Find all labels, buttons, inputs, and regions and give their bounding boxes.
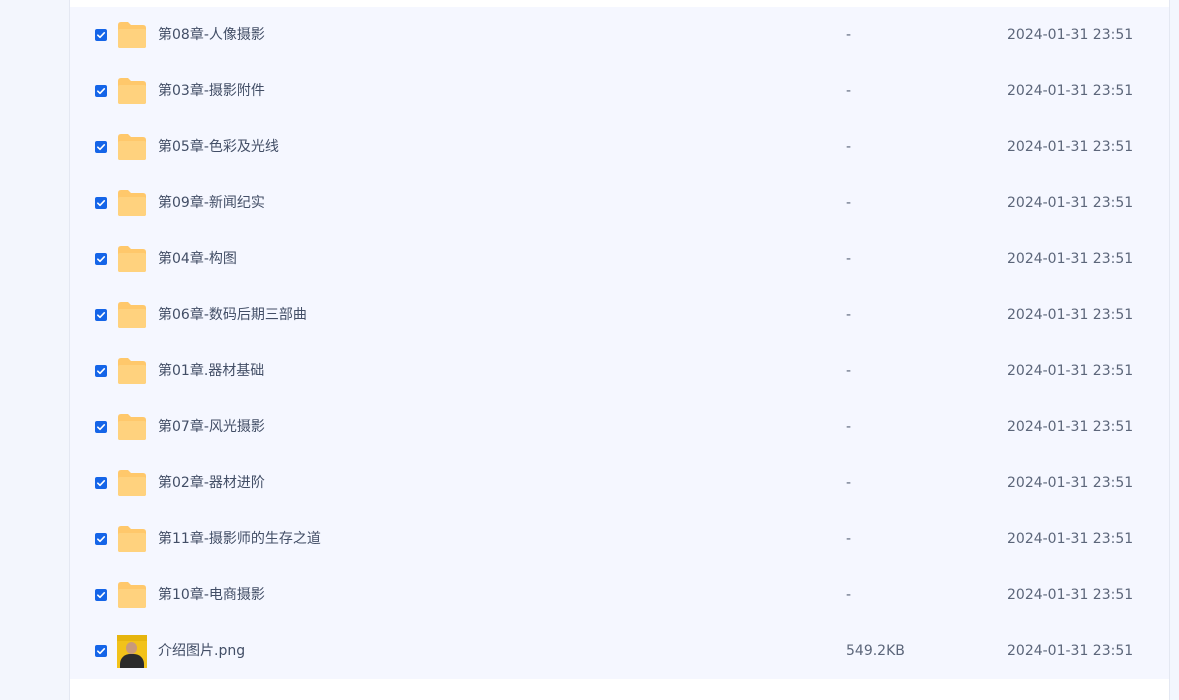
checkmark-icon [97,200,106,207]
checkmark-icon [97,592,106,599]
folder-icon [118,134,146,160]
file-size: - [846,587,852,603]
checkmark-icon [97,256,106,263]
folder-icon [118,582,146,608]
modified-date: 2024-01-31 23:51 [1007,27,1134,43]
row-checkbox[interactable] [95,365,107,377]
file-size: 549.2KB [846,643,905,659]
list-item[interactable]: 第02章-器材进阶 - 2024-01-31 23:51 [70,455,1169,511]
modified-date: 2024-01-31 23:51 [1007,251,1134,267]
modified-date: 2024-01-31 23:51 [1007,531,1134,547]
file-size: - [846,475,852,491]
file-name[interactable]: 第03章-摄影附件 [158,63,265,119]
row-checkbox[interactable] [95,589,107,601]
file-name[interactable]: 介绍图片.png [158,623,245,679]
file-size: - [846,307,852,323]
file-name[interactable]: 第11章-摄影师的生存之道 [158,511,321,567]
folder-icon [118,22,146,48]
file-list-panel: 第08章-人像摄影 - 2024-01-31 23:51 第03章-摄影附件 -… [69,0,1170,700]
folder-icon [118,358,146,384]
image-thumbnail-icon [117,635,147,668]
modified-date: 2024-01-31 23:51 [1007,643,1134,659]
file-size: - [846,139,852,155]
folder-icon [118,78,146,104]
modified-date: 2024-01-31 23:51 [1007,83,1134,99]
row-checkbox[interactable] [95,29,107,41]
row-checkbox[interactable] [95,533,107,545]
list-item[interactable]: 第08章-人像摄影 - 2024-01-31 23:51 [70,7,1169,63]
file-size: - [846,419,852,435]
modified-date: 2024-01-31 23:51 [1007,363,1134,379]
row-checkbox[interactable] [95,309,107,321]
file-name[interactable]: 第08章-人像摄影 [158,7,265,63]
folder-icon [118,526,146,552]
checkmark-icon [97,480,106,487]
file-name[interactable]: 第05章-色彩及光线 [158,119,279,175]
modified-date: 2024-01-31 23:51 [1007,195,1134,211]
row-checkbox[interactable] [95,645,107,657]
file-size: - [846,363,852,379]
modified-date: 2024-01-31 23:51 [1007,475,1134,491]
folder-icon [118,302,146,328]
file-list: 第08章-人像摄影 - 2024-01-31 23:51 第03章-摄影附件 -… [70,7,1169,679]
checkmark-icon [97,424,106,431]
checkmark-icon [97,144,106,151]
row-checkbox[interactable] [95,85,107,97]
checkmark-icon [97,536,106,543]
folder-icon [118,414,146,440]
row-checkbox[interactable] [95,477,107,489]
file-name[interactable]: 第07章-风光摄影 [158,399,265,455]
list-item[interactable]: 第01章.器材基础 - 2024-01-31 23:51 [70,343,1169,399]
list-item[interactable]: 第09章-新闻纪实 - 2024-01-31 23:51 [70,175,1169,231]
row-checkbox[interactable] [95,421,107,433]
folder-icon [118,190,146,216]
modified-date: 2024-01-31 23:51 [1007,139,1134,155]
file-size: - [846,251,852,267]
row-checkbox[interactable] [95,253,107,265]
folder-icon [118,470,146,496]
list-item[interactable]: 第05章-色彩及光线 - 2024-01-31 23:51 [70,119,1169,175]
file-name[interactable]: 第01章.器材基础 [158,343,264,399]
file-name[interactable]: 第09章-新闻纪实 [158,175,265,231]
file-size: - [846,531,852,547]
folder-icon [118,246,146,272]
file-name[interactable]: 第04章-构图 [158,231,237,287]
file-name[interactable]: 第06章-数码后期三部曲 [158,287,307,343]
row-checkbox[interactable] [95,197,107,209]
list-item[interactable]: 第11章-摄影师的生存之道 - 2024-01-31 23:51 [70,511,1169,567]
modified-date: 2024-01-31 23:51 [1007,307,1134,323]
checkmark-icon [97,368,106,375]
list-item[interactable]: 第07章-风光摄影 - 2024-01-31 23:51 [70,399,1169,455]
file-size: - [846,83,852,99]
checkmark-icon [97,31,106,39]
list-item[interactable]: 第04章-构图 - 2024-01-31 23:51 [70,231,1169,287]
row-checkbox[interactable] [95,141,107,153]
file-size: - [846,195,852,211]
modified-date: 2024-01-31 23:51 [1007,419,1134,435]
list-item[interactable]: 第03章-摄影附件 - 2024-01-31 23:51 [70,63,1169,119]
list-item[interactable]: 介绍图片.png 549.2KB 2024-01-31 23:51 [70,623,1169,679]
list-item[interactable]: 第10章-电商摄影 - 2024-01-31 23:51 [70,567,1169,623]
list-item[interactable]: 第06章-数码后期三部曲 - 2024-01-31 23:51 [70,287,1169,343]
checkmark-icon [97,312,106,319]
checkmark-icon [97,88,106,95]
file-name[interactable]: 第02章-器材进阶 [158,455,265,511]
modified-date: 2024-01-31 23:51 [1007,587,1134,603]
file-name[interactable]: 第10章-电商摄影 [158,567,265,623]
file-size: - [846,27,852,43]
checkmark-icon [97,648,106,655]
